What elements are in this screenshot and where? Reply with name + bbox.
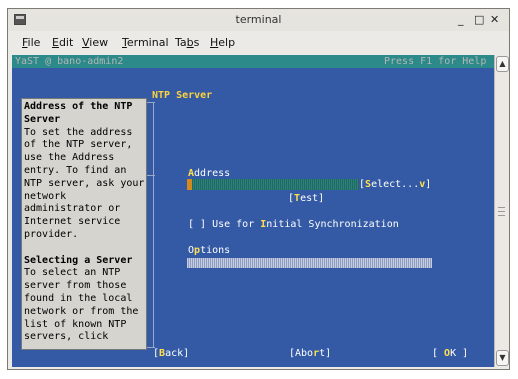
help-text-line: network: [24, 190, 67, 202]
host-label: YaST @ bano-admin2: [15, 56, 124, 67]
help-text-line: entry. To find an: [24, 165, 127, 176]
help-text-line: use the Address: [24, 152, 115, 164]
menu-bar: File Edit View Terminal Tabs Help: [8, 32, 509, 54]
help-text-line: Server: [24, 113, 61, 125]
help-hint: Press F1 for Help: [384, 56, 487, 67]
back-button[interactable]: [Back]: [153, 347, 189, 360]
help-text-line: To set the address: [24, 126, 133, 138]
select-button[interactable]: [Select...v]: [359, 178, 431, 191]
ok-button[interactable]: [ OK ]: [432, 347, 468, 360]
test-button[interactable]: [Test]: [288, 192, 324, 205]
checkbox-box[interactable]: [ ]: [188, 219, 206, 230]
help-text-line: administrator or: [24, 203, 121, 215]
help-text-line: To select an NTP: [24, 267, 121, 279]
options-input[interactable]: [187, 258, 432, 268]
options-label: Options: [188, 245, 231, 256]
help-text-line: provider.: [24, 229, 79, 240]
help-panel[interactable]: Address of the NTP Server To set the addre…: [21, 98, 147, 350]
help-text-line: Address of the NTP: [24, 101, 133, 112]
terminal-screen[interactable]: YaST @ bano-admin2 Press F1 for Help NTP…: [12, 55, 494, 367]
help-text-line: Selecting a Server: [24, 254, 133, 266]
minimize-button[interactable]: _: [458, 13, 464, 26]
initial-sync-checkbox[interactable]: [ ] Use for Initial Synchronization: [188, 218, 399, 231]
title-bar: terminal _ □ ✕: [8, 9, 509, 31]
help-text-line: Internet service: [24, 216, 121, 228]
panel-title: NTP Server: [152, 90, 213, 101]
help-frame: [147, 102, 154, 347]
frame-tick: [147, 175, 155, 176]
yast-header: YaST @ bano-admin2 Press F1 for Help: [12, 55, 494, 68]
menu-file[interactable]: File: [22, 36, 40, 49]
frame-tick: [147, 102, 155, 103]
menu-tabs[interactable]: Tabs: [175, 36, 199, 49]
help-text-line: network or from the: [24, 305, 139, 317]
menu-view[interactable]: View: [82, 36, 108, 49]
terminal-window: terminal _ □ ✕ File Edit View Terminal T…: [7, 8, 510, 370]
menu-terminal[interactable]: Terminal: [122, 36, 169, 49]
help-text-line: of the NTP server,: [24, 139, 133, 151]
scroll-up-icon[interactable]: ▲: [496, 56, 509, 72]
maximize-button[interactable]: □: [474, 13, 484, 26]
help-text-line: NTP server, ask your: [24, 177, 145, 189]
scroll-down-icon[interactable]: ▼: [496, 350, 509, 366]
vertical-scrollbar[interactable]: ▲ ▼: [494, 55, 509, 367]
help-text-line: servers, click: [24, 331, 109, 343]
menu-edit[interactable]: Edit: [52, 36, 73, 49]
abort-button[interactable]: [Abort]: [289, 347, 331, 360]
text-cursor: [187, 179, 192, 190]
menu-help[interactable]: Help: [210, 36, 235, 49]
close-button[interactable]: ✕: [490, 13, 499, 26]
scroll-grip-icon[interactable]: [498, 207, 505, 216]
address-input[interactable]: [187, 179, 359, 190]
help-text-line: list of known NTP: [24, 318, 127, 330]
window-title: terminal: [235, 13, 282, 26]
help-text-line: found in the local: [24, 293, 133, 304]
help-text-line: server from those: [24, 280, 127, 292]
